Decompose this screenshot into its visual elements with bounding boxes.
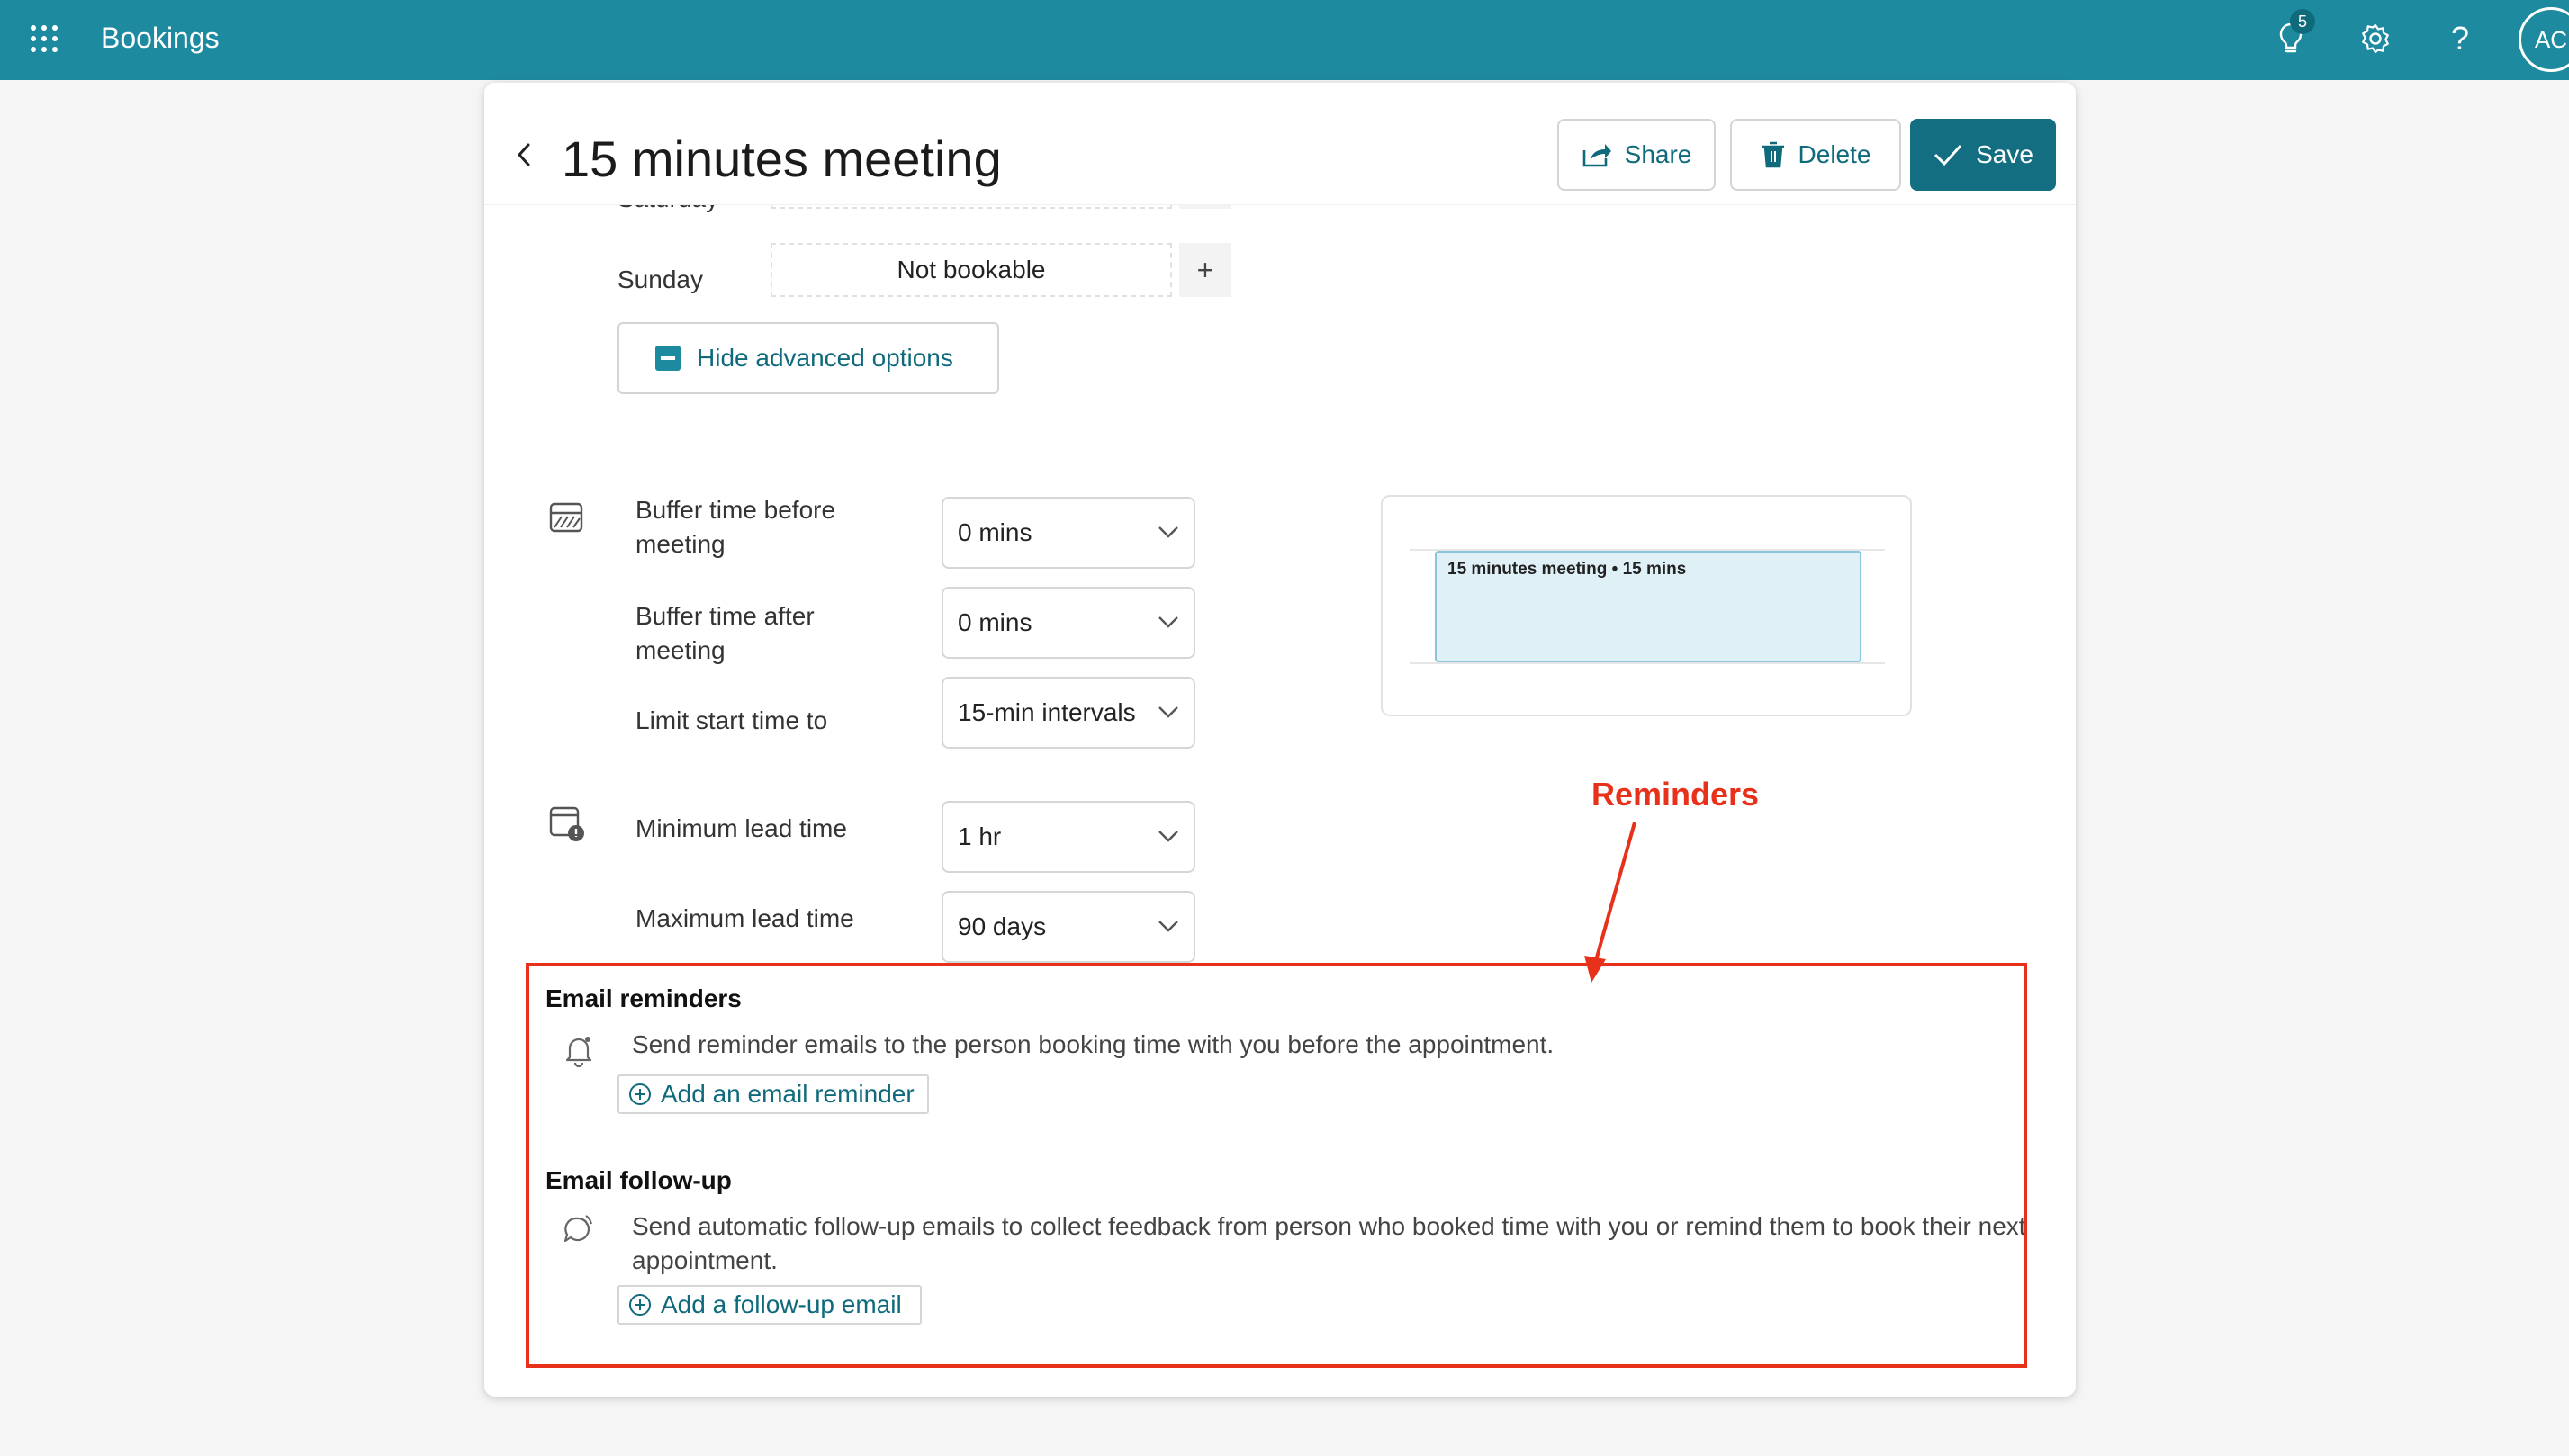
- buffer-before-dropdown[interactable]: 0 mins: [942, 497, 1195, 569]
- checkmark-icon: [1934, 144, 1962, 166]
- calendar-clock-icon: [549, 804, 587, 847]
- reminders-annotation-label: Reminders: [1591, 776, 1760, 813]
- limit-start-dropdown[interactable]: 15-min intervals: [942, 677, 1195, 749]
- min-lead-label: Minimum lead time: [635, 814, 847, 842]
- buffer-after-dropdown[interactable]: 0 mins: [942, 587, 1195, 659]
- chevron-down-icon: [1158, 706, 1178, 718]
- notification-badge: 5: [2290, 9, 2315, 34]
- buffer-before-value: 0 mins: [958, 518, 1032, 546]
- hide-advanced-label: Hide advanced options: [697, 344, 953, 372]
- gear-icon[interactable]: [2355, 18, 2396, 59]
- trash-icon: [1762, 141, 1784, 168]
- top-bar: Bookings 5 ? AC: [0, 0, 2569, 80]
- avatar[interactable]: AC: [2519, 7, 2569, 72]
- sunday-label: Sunday: [617, 265, 703, 293]
- delete-label: Delete: [1798, 140, 1871, 168]
- chevron-down-icon: [1158, 921, 1178, 932]
- buffer-icon: [549, 502, 583, 537]
- buffer-after-label: Buffer time after meeting: [635, 602, 815, 664]
- help-icon[interactable]: ?: [2439, 18, 2481, 59]
- share-label: Share: [1624, 140, 1692, 168]
- chevron-down-icon: [1158, 616, 1178, 628]
- buffer-before-label: Buffer time before meeting: [635, 496, 836, 558]
- panel-header: 15 minutes meeting Share Delete Save: [484, 83, 2076, 205]
- limit-start-label: Limit start time to: [635, 706, 828, 734]
- calendar-preview: 15 minutes meeting • 15 mins: [1381, 495, 1912, 716]
- max-lead-label: Maximum lead time: [635, 904, 854, 932]
- collapse-icon: [655, 346, 681, 371]
- min-lead-value: 1 hr: [958, 822, 1002, 850]
- share-icon: [1582, 144, 1611, 167]
- limit-start-value: 15-min intervals: [958, 698, 1136, 726]
- buffer-after-value: 0 mins: [958, 608, 1032, 636]
- save-button[interactable]: Save: [1910, 119, 2056, 191]
- back-chevron-icon[interactable]: [506, 137, 542, 173]
- sunday-add-button[interactable]: +: [1179, 243, 1231, 297]
- save-label: Save: [1976, 140, 2033, 168]
- preview-event: 15 minutes meeting • 15 mins: [1435, 551, 1861, 662]
- delete-button[interactable]: Delete: [1730, 119, 1901, 191]
- max-lead-value: 90 days: [958, 912, 1047, 940]
- hide-advanced-button[interactable]: Hide advanced options: [617, 322, 999, 394]
- reminders-highlight-box: [526, 963, 2027, 1368]
- share-button[interactable]: Share: [1557, 119, 1716, 191]
- page-title: 15 minutes meeting: [562, 130, 1002, 187]
- app-launcher-icon[interactable]: [27, 22, 59, 54]
- min-lead-dropdown[interactable]: 1 hr: [942, 801, 1195, 873]
- chevron-down-icon: [1158, 831, 1178, 842]
- sunday-slot[interactable]: Not bookable: [771, 243, 1172, 297]
- max-lead-dropdown[interactable]: 90 days: [942, 891, 1195, 963]
- app-title: Bookings: [101, 22, 220, 54]
- chevron-down-icon: [1158, 526, 1178, 538]
